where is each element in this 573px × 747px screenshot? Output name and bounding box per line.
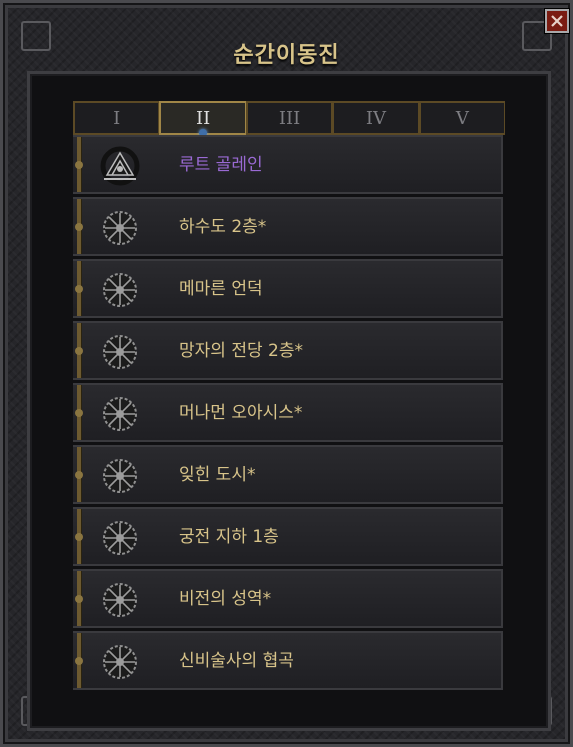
tab-act-4[interactable]: IV — [332, 101, 419, 135]
row-pin — [75, 657, 83, 665]
waypoint-sigil-icon — [103, 521, 137, 555]
row-pin — [75, 161, 83, 169]
tab-label: I — [113, 107, 121, 129]
row-pin — [75, 471, 83, 479]
row-pin — [75, 409, 83, 417]
tab-label: IV — [365, 107, 386, 129]
waypoint-label: 머나먼 오아시스* — [179, 403, 303, 423]
act-tabs: I II III IV V — [73, 101, 506, 137]
close-icon — [551, 15, 563, 27]
close-button[interactable] — [545, 9, 569, 33]
waypoint-label: 신비술사의 협곡 — [179, 651, 294, 671]
row-pin — [75, 533, 83, 541]
waypoint-sigil-icon — [103, 583, 137, 617]
window-title: 순간이동진 — [233, 43, 340, 68]
row-pin — [75, 595, 83, 603]
waypoint-row-far-oasis[interactable]: 머나먼 오아시스* — [73, 383, 503, 442]
waypoint-label: 잊힌 도시* — [179, 465, 256, 485]
tab-act-2[interactable]: II — [159, 101, 246, 137]
waypoint-row-halls-of-dead-2[interactable]: 망자의 전당 2층* — [73, 321, 503, 380]
waypoint-sigil-icon — [103, 273, 137, 307]
waypoint-row-canyon-of-magi[interactable]: 신비술사의 협곡 — [73, 631, 503, 690]
waypoint-row-sewers-2[interactable]: 하수도 2층* — [73, 197, 503, 256]
waypoint-sigil-icon — [103, 397, 137, 431]
row-pin — [75, 347, 83, 355]
waypoint-sigil-icon — [103, 645, 137, 679]
row-pin — [75, 223, 83, 231]
waypoint-sigil-icon — [103, 335, 137, 369]
tab-act-3[interactable]: III — [245, 101, 333, 135]
town-sigil-icon — [100, 146, 140, 186]
waypoint-row-dry-hills[interactable]: 메마른 언덕 — [73, 259, 503, 318]
waypoint-label: 망자의 전당 2층* — [179, 341, 303, 361]
waypoint-window: 순간이동진 I II III IV V 루트 골레인 하수도 2층* 메마른 언… — [0, 0, 573, 747]
waypoint-sigil-icon — [103, 211, 137, 245]
tab-act-1[interactable]: I — [73, 101, 160, 135]
tab-label: V — [455, 107, 469, 129]
waypoint-label: 메마른 언덕 — [179, 279, 263, 299]
row-pin — [75, 285, 83, 293]
waypoint-row-arcane-sanctuary[interactable]: 비전의 성역* — [73, 569, 503, 628]
waypoint-label: 비전의 성역* — [179, 589, 272, 609]
waypoint-label: 하수도 2층* — [179, 217, 267, 237]
tab-label: II — [195, 107, 211, 129]
tab-act-5[interactable]: V — [418, 101, 506, 135]
waypoint-row-palace-cellar-1[interactable]: 궁전 지하 1층 — [73, 507, 503, 566]
waypoint-label: 루트 골레인 — [179, 155, 263, 175]
tab-label: III — [278, 107, 301, 129]
waypoint-row-lost-city[interactable]: 잊힌 도시* — [73, 445, 503, 504]
waypoint-sigil-icon — [103, 459, 137, 493]
waypoint-row-lut-gholein[interactable]: 루트 골레인 — [73, 135, 503, 194]
waypoint-label: 궁전 지하 1층 — [179, 527, 279, 547]
